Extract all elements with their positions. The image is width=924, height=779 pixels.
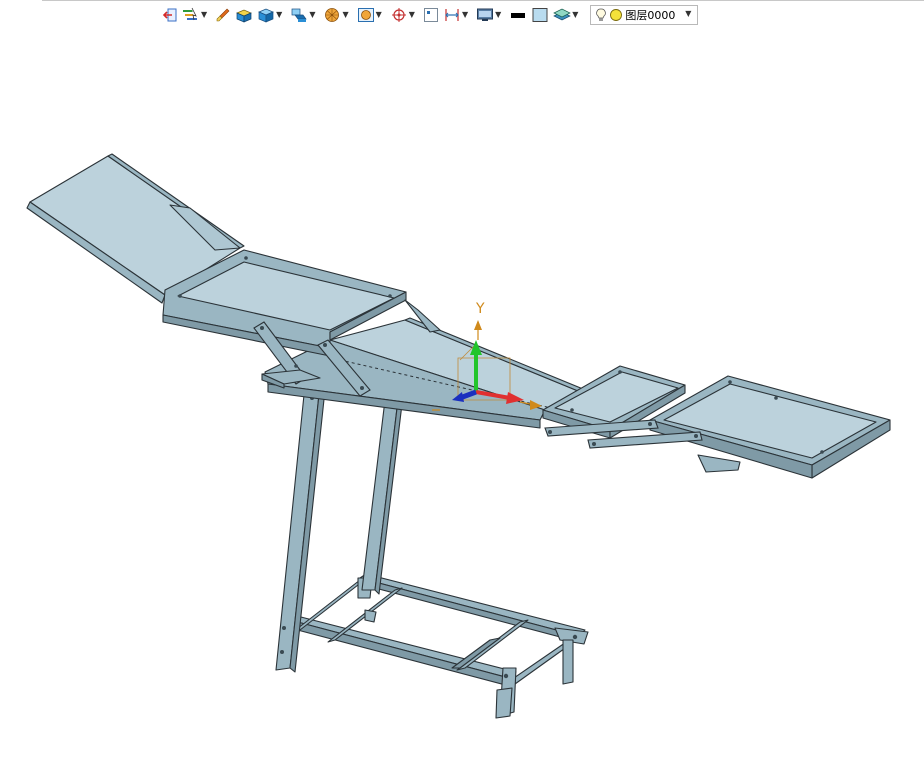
solid-box-button[interactable]: [233, 4, 255, 26]
layer-select[interactable]: 图层0000 ▼: [590, 5, 699, 25]
frame-icon: [423, 8, 438, 22]
solid-box-icon: [236, 9, 253, 23]
dimension-icon: [445, 9, 459, 21]
chevron-down-icon[interactable]: ▼: [342, 11, 348, 19]
layer-stack-button[interactable]: ▼: [551, 4, 584, 26]
ribbon-border: [42, 0, 924, 1]
3d-viewport[interactable]: .m { fill: #9ab6c2; stroke: #2b3338; str…: [0, 30, 924, 779]
chevron-down-icon[interactable]: ▼: [495, 11, 501, 19]
view-fit-icon: [357, 8, 374, 22]
chevron-down-icon[interactable]: ▼: [685, 9, 691, 18]
sphere-render-button[interactable]: ▼: [321, 4, 354, 26]
chevron-down-icon[interactable]: ▼: [572, 11, 578, 19]
axis-label-y: Y: [475, 301, 485, 317]
lightbulb-icon[interactable]: [595, 8, 607, 22]
base-frame: [289, 573, 589, 719]
chevron-down-icon[interactable]: ▼: [409, 11, 415, 19]
brush-button[interactable]: [213, 4, 233, 26]
line-color-button[interactable]: [507, 4, 529, 26]
dimension-button[interactable]: ▼: [441, 4, 474, 26]
chevron-down-icon[interactable]: ▼: [462, 11, 468, 19]
fill-color-icon: [532, 8, 548, 22]
cube-button[interactable]: ▼: [255, 4, 288, 26]
exit-sketch-icon: [162, 8, 177, 22]
fill-color-button[interactable]: [529, 4, 551, 26]
display-monitor-button[interactable]: ▼: [474, 4, 507, 26]
brush-icon: [216, 8, 230, 22]
sphere-render-icon: [325, 8, 340, 22]
exit-sketch-button[interactable]: [160, 4, 180, 26]
view-toolbar: ▼ ▼ ▼ ▼ ▼ ▼ ▼ ▼ ▼ 图层0000 ▼: [160, 3, 699, 27]
extrude-button[interactable]: ▼: [288, 4, 321, 26]
chevron-down-icon[interactable]: ▼: [376, 11, 382, 19]
chevron-down-icon[interactable]: ▼: [201, 11, 207, 19]
model-canvas[interactable]: .m { fill: #9ab6c2; stroke: #2b3338; str…: [0, 30, 924, 779]
selection-filter-icon: [183, 7, 197, 21]
selection-filter-button[interactable]: ▼: [180, 4, 213, 26]
frame-button[interactable]: [421, 4, 441, 26]
chevron-down-icon[interactable]: ▼: [276, 11, 282, 19]
chevron-down-icon[interactable]: ▼: [309, 11, 315, 19]
extrude-icon: [291, 8, 308, 22]
layer-name: 图层0000: [625, 9, 676, 22]
line-color-icon: [511, 13, 526, 18]
lower-tray: [649, 375, 891, 479]
layer-stack-icon: [553, 8, 572, 21]
cad-application: ▼ ▼ ▼ ▼ ▼ ▼ ▼ ▼ ▼ 图层0000 ▼ Y: [0, 0, 924, 779]
display-monitor-icon: [477, 8, 494, 21]
view-fit-button[interactable]: ▼: [355, 4, 388, 26]
cube-icon: [258, 8, 275, 23]
snap-target-icon: [391, 8, 406, 22]
layer-color-dot-icon[interactable]: [609, 8, 623, 22]
snap-target-button[interactable]: ▼: [388, 4, 421, 26]
